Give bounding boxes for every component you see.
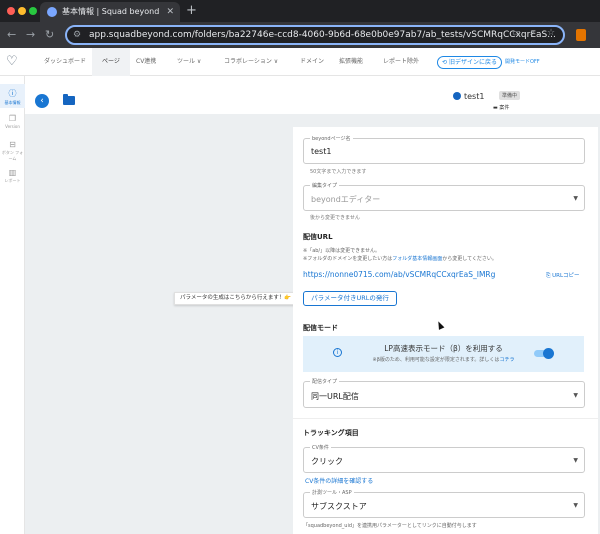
param-url-button[interactable]: パラメータ付きURLの発行 [303,291,397,306]
browser-tab[interactable]: 基本情報 | Squad beyond ✕ [40,2,180,22]
back-button[interactable]: ‹ [35,94,49,108]
project-title: test1 [464,92,485,101]
nav-domain[interactable]: ドメイン [300,48,324,76]
url-note-2-pre: ※フォルダのドメインを変更したい方は [303,256,393,262]
page-name-hint: 50文字まで入力できます [310,169,367,175]
sidebar-item-version[interactable]: ❐ Version [0,114,25,134]
install-icon[interactable]: ▭ [512,28,521,38]
nav-page[interactable]: ページ [92,48,130,76]
browser-tab-bar: 基本情報 | Squad beyond ✕ + [0,0,600,22]
url-text: app.squadbeyond.com/folders/ba22746e-ccd… [89,30,556,40]
address-bar[interactable]: ⚙ app.squadbeyond.com/folders/ba22746e-c… [65,25,565,45]
dropdown-caret-icon: ▼ [573,457,578,464]
nav-collaboration[interactable]: コラボレーション ∨ [224,48,278,76]
status-badge: 準備中 [499,91,521,100]
forward-arrow-icon[interactable]: → [26,28,35,41]
old-design-button[interactable]: ⟲ 旧デザインに戻る [437,56,502,69]
dropdown-caret-icon: ▼ [573,195,578,202]
lp-fast-mode-toggle[interactable] [534,348,554,359]
dropdown-caret-icon: ▼ [573,502,578,509]
close-tab-icon[interactable]: ✕ [166,2,174,22]
edit-type-hint: 後から変更できません [310,215,360,221]
url-note-2-post: から変更してください。 [442,256,497,262]
lp-note-link[interactable]: コチラ [499,357,514,363]
url-note-2: ※フォルダのドメインを変更したい方はフォルダ基本情報画面から変更してください。 [303,255,497,262]
delivery-type-value: 同一URL配信 [311,392,359,401]
cv-details-link[interactable]: CV条件の詳細を確認する [305,476,373,485]
project-subtitle-label: 案件 [499,105,510,111]
browser-toolbar: ← → ↻ ⚙ app.squadbeyond.com/folders/ba22… [0,22,600,48]
version-icon: ❐ [8,114,17,123]
sidebar-item-label: 基本情報 [4,100,21,105]
old-design-label: 旧デザインに戻る [448,59,497,66]
back-arrow-icon[interactable]: ← [7,28,16,41]
param-tooltip: パラメータの生成はこちらから行えます！👉 [174,292,298,305]
sidebar-item-report[interactable]: ▥ レポート [0,168,25,188]
minimize-window-icon[interactable] [18,7,26,15]
sidebar-item-label: ボタン フォーム [1,150,24,161]
toggle-knob [543,348,554,359]
dropdown-caret-icon: ▼ [573,392,578,399]
lp-fast-mode-note: ※β版のため、利用可能な設定が限定されます。詳しくはコチラ [303,356,584,363]
section-divider [293,418,598,419]
close-window-icon[interactable] [7,7,15,15]
squad-beyond-favicon-icon [47,7,57,17]
delivery-type-select[interactable]: 配信タイプ 同一URL配信 ▼ [303,378,585,408]
edit-type-label: 編集タイプ [310,182,340,189]
delivery-mode-heading: 配信モード [303,324,338,332]
edit-type-select: 編集タイプ beyondエディター ▼ [303,182,585,211]
page-name-value: test1 [311,147,332,156]
maximize-window-icon[interactable] [29,7,37,15]
left-sidebar: ⓘ 基本情報 ❐ Version ⊟ ボタン フォーム ▥ レポート [0,76,25,534]
edit-type-value: beyondエディター [311,195,381,204]
nav-tools[interactable]: ツール ∨ [177,48,201,76]
sidebar-item-label: Version [5,124,20,129]
tracking-tool-value: サブスクストア [311,502,367,511]
info-icon: ⓘ [8,89,17,98]
project-subtitle: ▬ 案件 [493,105,510,111]
cv-condition-value: クリック [311,457,343,466]
form-icon: ⊟ [9,140,16,149]
nav-dashboard[interactable]: ダッシュボード [44,48,86,76]
squad-beyond-logo-icon[interactable]: ♡ [6,54,22,70]
site-info-icon[interactable]: ⚙ [73,27,81,43]
tracking-tool-label: 計測ツール・ASP [310,489,354,496]
page-name-label: beyondページ名 [310,135,353,142]
nav-cv-link[interactable]: CV連携 [136,48,156,76]
delivery-url-link[interactable]: https://nonne0715.com/ab/vSCMRqCCxqrEaS_… [303,270,495,279]
sidebar-item-label: レポート [4,178,21,183]
tracking-tool-select[interactable]: 計測ツール・ASP サブスクストア ▼ [303,489,585,518]
nav-extensions[interactable]: 拡張機能 [339,48,363,76]
page-name-field[interactable]: beyondページ名 test1 [303,135,585,164]
nav-report-exclusion[interactable]: レポート除外 [383,48,419,76]
lp-fast-mode-box: i LP高速表示モード（β）を利用する ※β版のため、利用可能な設定が限定されま… [303,336,584,372]
tab-title: 基本情報 | Squad beyond [62,7,160,16]
page-toolbar: ‹ test1 準備中 ▬ 案件 [25,76,600,114]
zoom-icon[interactable]: ⌕ [530,28,535,38]
folder-info-link[interactable]: フォルダ基本情報画面 [392,256,442,262]
chart-icon: ▥ [8,168,17,177]
url-copy-button[interactable]: ⎘ URLコピー [546,271,580,280]
sidebar-item-basic-info[interactable]: ⓘ 基本情報 [0,84,25,108]
cv-condition-select[interactable]: CV条件 クリック ▼ [303,444,585,473]
tracking-heading: トラッキング項目 [303,429,359,437]
new-tab-icon[interactable]: + [186,3,197,18]
dev-mode-link[interactable]: 開発モードOFF [505,48,540,76]
lp-note-text: ※β版のため、利用可能な設定が限定されます。詳しくは [372,357,500,363]
bookmark-star-icon[interactable]: ☆ [547,28,555,38]
sidebar-item-button-form[interactable]: ⊟ ボタン フォーム [0,140,25,168]
delivery-type-label: 配信タイプ [310,378,340,385]
delivery-url-heading: 配信URL [303,233,333,241]
url-note-1: ※「ab/」以降は変更できません。 [303,248,380,254]
facebook-icon [453,92,461,100]
app-header: ♡ ダッシュボード ページ CV連携 ツール ∨ コラボレーション ∨ ドメイン… [0,48,600,76]
cv-condition-label: CV条件 [310,444,331,451]
tracking-tool-note: 「squadbeyond_uid」を連携用パラメーターとしてリンクに自動付与しま… [303,523,477,529]
reload-icon[interactable]: ↻ [45,28,54,41]
extension-icon[interactable] [576,29,586,41]
folder-icon[interactable] [63,94,75,105]
